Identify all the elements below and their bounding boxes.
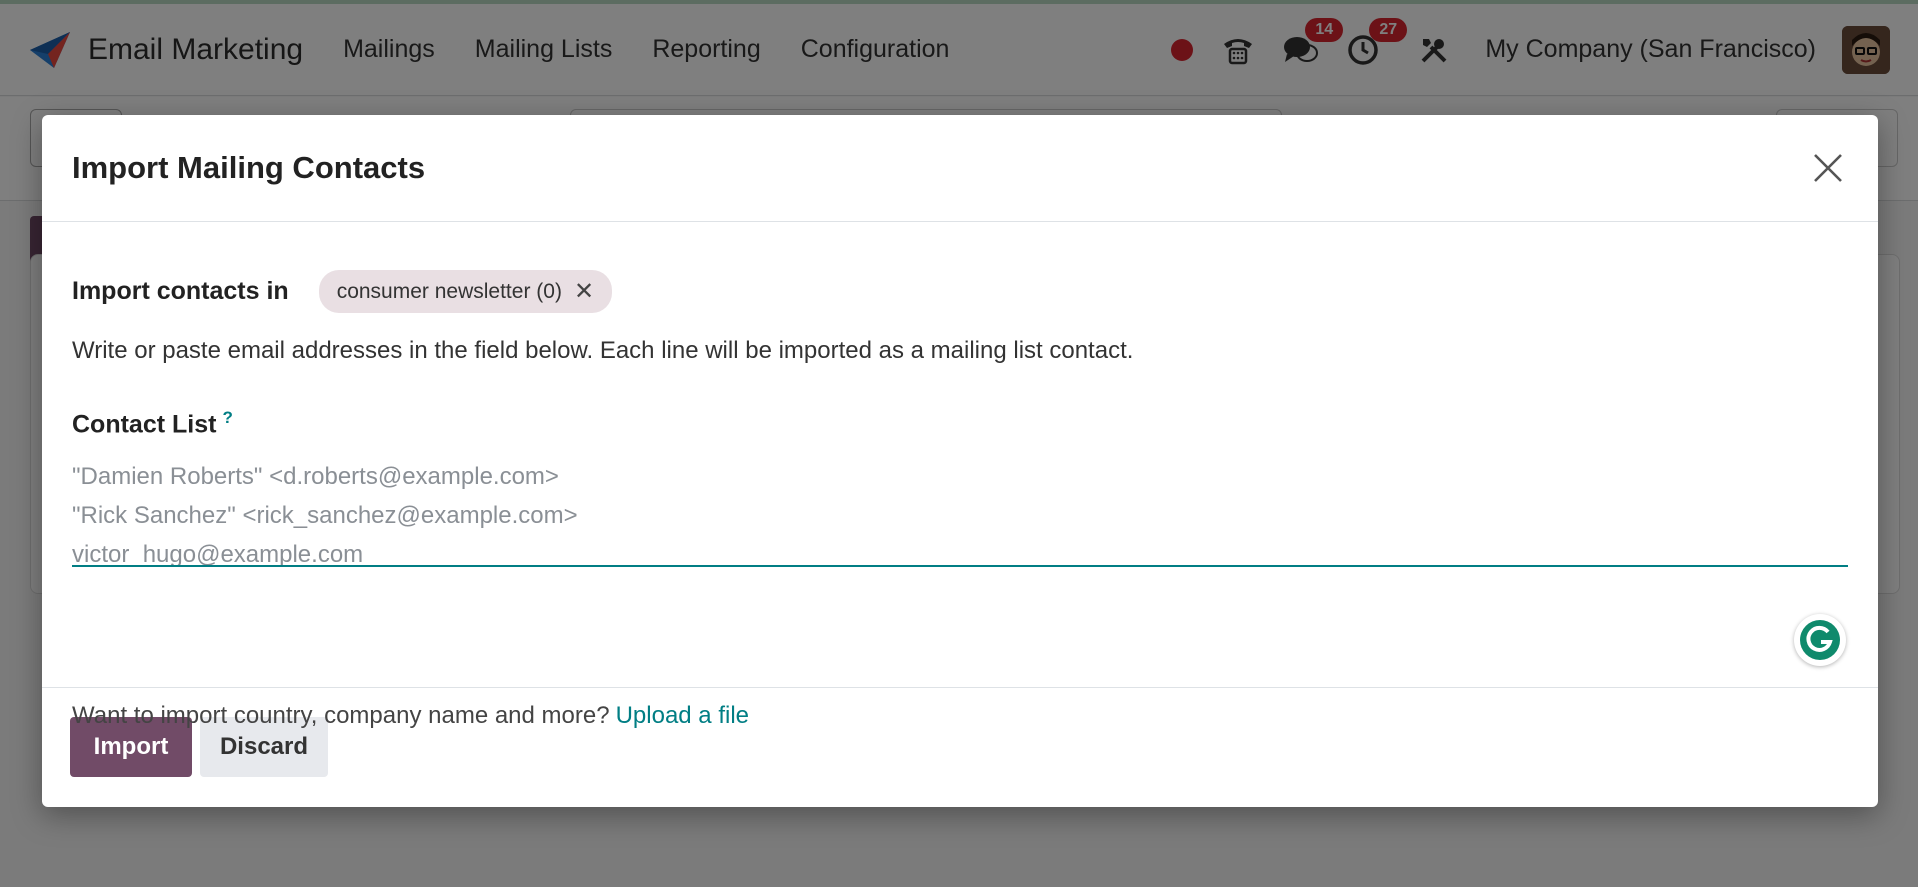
close-icon (1814, 154, 1842, 182)
dialog-body: Import contacts in consumer newsletter (… (42, 222, 1878, 729)
upload-row: Want to import country, company name and… (72, 702, 749, 730)
mailing-list-tag-label: consumer newsletter (0) (336, 279, 562, 303)
help-text: Write or paste email addresses in the fi… (72, 337, 1134, 364)
upload-file-link[interactable]: Upload a file (616, 702, 749, 729)
remove-tag-icon[interactable]: ✕ (574, 277, 594, 306)
dialog-title: Import Mailing Contacts (72, 150, 426, 185)
grammarly-button[interactable] (1794, 614, 1846, 666)
upload-prompt: Want to import country, company name and… (72, 702, 610, 729)
import-contacts-dialog: Import Mailing Contacts Import contacts … (42, 115, 1878, 807)
contact-list-label-text: Contact List (72, 410, 217, 439)
close-button[interactable] (1808, 148, 1848, 188)
contact-list-field (72, 457, 1848, 567)
grammarly-icon (1800, 620, 1840, 660)
contact-list-label: Contact List? (72, 408, 233, 439)
import-target-row: Import contacts in consumer newsletter (… (72, 270, 613, 313)
contact-list-textarea[interactable] (72, 457, 1848, 565)
help-tooltip-icon[interactable]: ? (222, 408, 232, 427)
mailing-list-tag: consumer newsletter (0) ✕ (318, 270, 613, 313)
dialog-header: Import Mailing Contacts (42, 115, 1878, 222)
import-contacts-label: Import contacts in (72, 277, 289, 305)
